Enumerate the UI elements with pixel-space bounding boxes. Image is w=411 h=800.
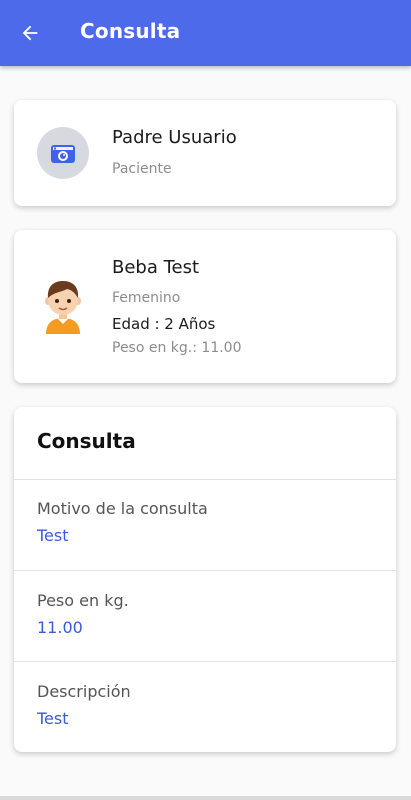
camera-icon — [51, 145, 75, 163]
patient-card: Beba Test Femenino Edad : 2 Años Peso en… — [14, 230, 396, 383]
divider — [14, 661, 396, 662]
field-value-reason: Test — [37, 526, 69, 545]
divider — [14, 479, 396, 480]
patient-age: Edad : 2 Años — [112, 315, 216, 333]
parent-role: Paciente — [112, 161, 172, 177]
app-bar: Consulta — [0, 0, 411, 66]
arrow-left-icon — [22, 25, 38, 41]
back-button[interactable] — [16, 19, 44, 47]
field-value-description: Test — [37, 709, 69, 728]
page-title: Consulta — [80, 19, 181, 43]
field-value-weight: 11.00 — [37, 618, 83, 637]
field-label-weight: Peso en kg. — [37, 591, 129, 610]
patient-weight: Peso en kg.: 11.00 — [112, 340, 242, 356]
field-label-reason: Motivo de la consulta — [37, 499, 208, 518]
consultation-card: Consulta Motivo de la consulta Test Peso… — [14, 407, 396, 752]
patient-name: Beba Test — [112, 257, 200, 278]
parent-name: Padre Usuario — [112, 127, 237, 148]
divider — [14, 570, 396, 571]
parent-avatar — [37, 127, 89, 179]
field-label-description: Descripción — [37, 682, 131, 701]
consultation-section-title: Consulta — [37, 429, 136, 453]
child-avatar-icon — [45, 281, 81, 334]
parent-user-card: Padre Usuario Paciente — [14, 100, 396, 206]
patient-gender: Femenino — [112, 290, 181, 306]
bottom-system-bar — [0, 796, 411, 800]
